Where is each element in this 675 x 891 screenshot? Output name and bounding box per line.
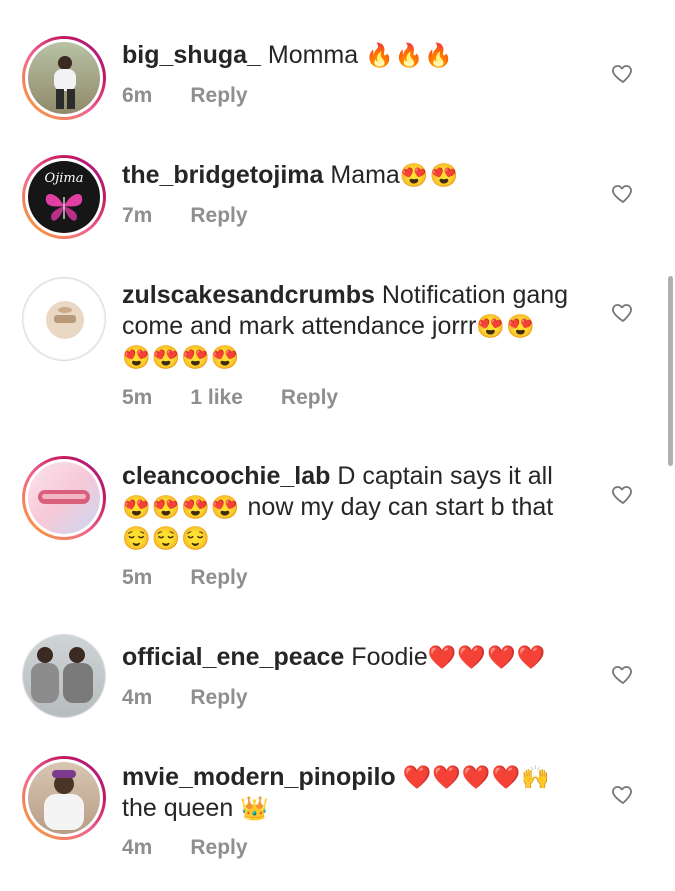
reply-button[interactable]: Reply [190,84,247,108]
comment-username[interactable]: official_ene_peace [122,643,344,671]
heart-outline-icon[interactable] [611,482,635,506]
comment-time: 7m [122,204,153,227]
comment-message: Momma [267,41,359,69]
comment-meta: 7m Reply [122,204,248,228]
comment-text: big_shuga_ Momma 🔥🔥🔥 [122,40,592,71]
avatar[interactable]: Ojima [22,155,106,239]
heart-outline-icon[interactable] [611,300,635,324]
emoji-crown: 👑 [240,795,270,821]
comment-time: 5m [122,386,153,409]
avatar[interactable] [22,277,106,361]
comment-time: 6m [122,84,153,107]
comment-meta: 6m Reply [122,84,248,108]
emoji-heart-eyes: 😍😍😍😍 [122,344,241,370]
avatar[interactable] [22,756,106,840]
like-count[interactable]: 1 like [190,386,243,410]
avatar-logo-text: Ojima [44,171,84,186]
avatar[interactable] [22,456,106,540]
reply-button[interactable]: Reply [281,386,338,410]
comment-meta: 4m Reply [122,836,248,860]
emoji-heart-eyes: 😍😍 [399,162,460,188]
butterfly-icon [45,194,83,221]
avatar[interactable] [22,36,106,120]
reply-button[interactable]: Reply [190,686,247,710]
comment-meta: 5m Reply [122,566,248,590]
emoji-heart-eyes: 😍😍😍😍 [122,494,241,520]
reply-button[interactable]: Reply [190,836,247,860]
comment-username[interactable]: big_shuga_ [122,41,261,69]
comment-text: cleancoochie_lab D captain says it all 😍… [122,461,592,554]
comment-username[interactable]: cleancoochie_lab [122,462,330,490]
reply-button[interactable]: Reply [190,566,247,590]
comment-text: zulscakesandcrumbs Notification gang com… [122,280,592,373]
scrollbar-thumb[interactable] [668,276,673,466]
comment-text: the_bridgetojima Mama😍😍 [122,160,592,191]
comment-message: the queen [122,794,234,822]
emoji-red-heart: ❤️❤️❤️❤️ [427,644,547,670]
emoji-heart-eyes: 😍😍 [476,313,536,339]
comment-message: Mama [330,161,400,189]
comment-message: Foodie [351,643,428,671]
comment-time: 4m [122,836,153,859]
comment-meta: 4m Reply [122,686,248,710]
comment-username[interactable]: mvie_modern_pinopilo [122,763,396,791]
heart-outline-icon[interactable] [611,181,635,205]
heart-outline-icon[interactable] [611,782,635,806]
emoji-fire: 🔥🔥🔥 [365,42,455,68]
comment-meta: 5m 1 like Reply [122,386,338,410]
emoji-relieved: 😌😌😌 [122,525,211,551]
heart-outline-icon[interactable] [611,662,635,686]
reply-button[interactable]: Reply [190,204,247,228]
comment-message: D captain says it all [337,462,553,490]
comment-time: 5m [122,566,153,589]
comment-message-continued: now my day can start b that [247,493,554,521]
avatar[interactable] [22,634,106,718]
emoji-red-heart: ❤️❤️❤️❤️🙌 [402,764,551,790]
comment-username[interactable]: the_bridgetojima [122,161,323,189]
comment-time: 4m [122,686,153,709]
comment-text: mvie_modern_pinopilo ❤️❤️❤️❤️🙌 the queen… [122,762,592,824]
heart-outline-icon[interactable] [611,61,635,85]
comment-text: official_ene_peace Foodie❤️❤️❤️❤️ [122,642,592,673]
comment-username[interactable]: zulscakesandcrumbs [122,281,375,309]
